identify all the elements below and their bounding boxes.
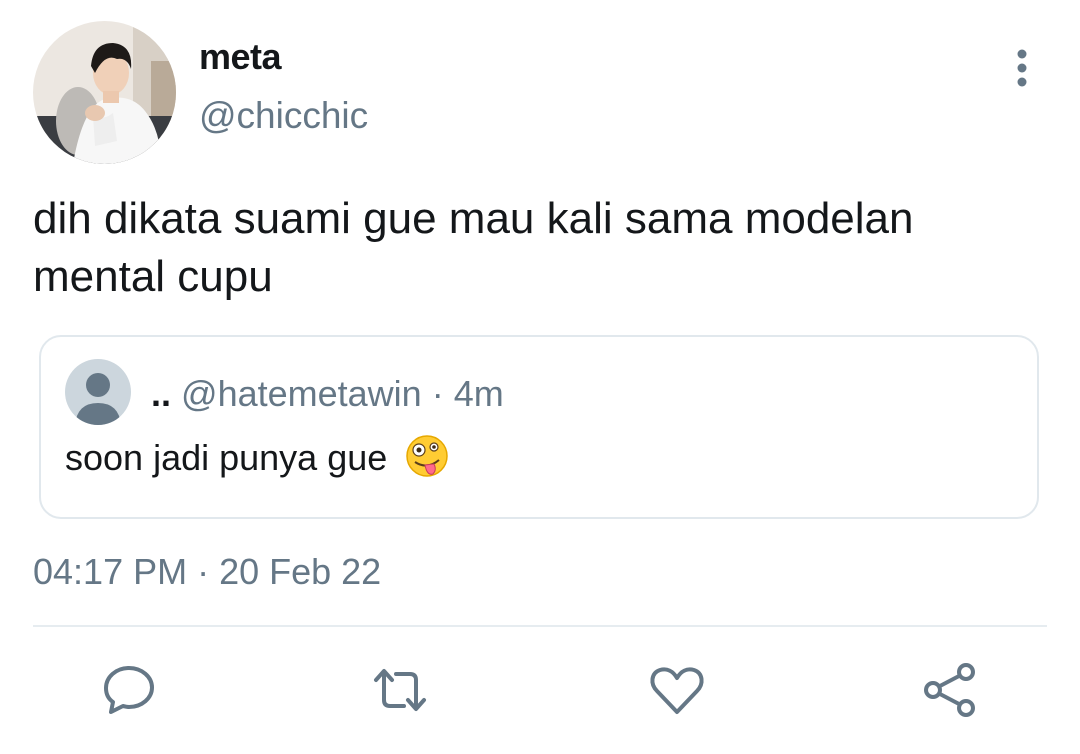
author-display-name[interactable]: meta [199, 36, 282, 78]
quote-author-handle: @hatemetawin [181, 373, 422, 414]
quoted-tweet[interactable]: .. @hatemetawin · 4m soon jadi punya gue [39, 335, 1039, 519]
divider [33, 625, 1047, 627]
more-options-button[interactable] [1005, 48, 1039, 88]
quote-author-name: .. [151, 373, 172, 414]
heart-icon [650, 667, 704, 714]
author-handle[interactable]: @chicchic [199, 95, 368, 137]
quote-header: .. @hatemetawin · 4m [151, 373, 504, 415]
quote-text: soon jadi punya gue [65, 437, 388, 478]
share-icon [924, 663, 975, 717]
retweet-button[interactable] [370, 660, 430, 720]
quote-age: 4m [453, 373, 504, 414]
zany-face-emoji-icon [406, 435, 449, 478]
tweet-text: dih dikata suami gue mau kali sama model… [33, 194, 914, 301]
author-avatar[interactable] [33, 21, 176, 164]
quote-default-avatar-icon [65, 359, 131, 425]
reply-icon [104, 666, 154, 714]
reply-button[interactable] [99, 660, 159, 720]
share-button[interactable] [920, 660, 980, 720]
like-button[interactable] [647, 660, 707, 720]
retweet-icon [374, 669, 426, 711]
quote-text-row: soon jadi punya gue [65, 435, 449, 479]
tweet-timestamp[interactable]: 04:17 PM · 20 Feb 22 [33, 551, 381, 593]
vertical-dots-icon [1017, 49, 1027, 87]
tweet: meta @chicchic dih dikata suami gue mau … [0, 0, 1080, 754]
quote-separator: · [431, 373, 444, 414]
